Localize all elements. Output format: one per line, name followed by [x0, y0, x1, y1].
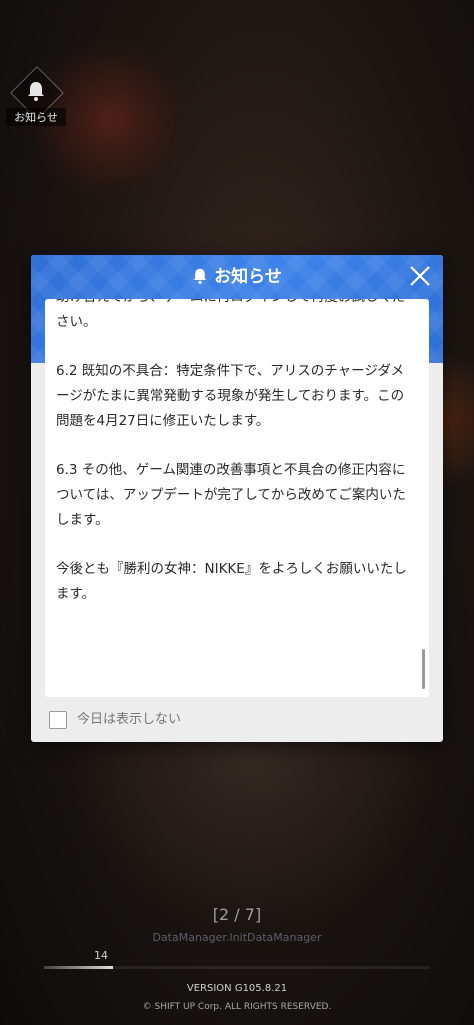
progress-fill [44, 966, 114, 969]
version-text: VERSION G105.8.21 [186, 983, 288, 994]
notice-paragraph: 今後とも『勝利の女神：NIKKE』をよろしくお願いいたします。 [56, 561, 407, 602]
progress-value: 14 [94, 949, 108, 962]
dont-show-today-label[interactable]: 今日は表示しない [77, 711, 181, 729]
modal-title: お知らせ [31, 265, 443, 289]
notice-button[interactable]: お知らせ [6, 66, 70, 128]
page-indicator: [2 / 7] [212, 905, 262, 924]
notice-paragraph: 6.2 既知の不具合：特定条件下で、アリスのチャージダメージがたまに異常発動する… [56, 363, 405, 429]
bell-icon [28, 82, 44, 101]
bell-icon [193, 268, 207, 284]
close-icon[interactable] [407, 263, 433, 289]
progress-bar [44, 966, 430, 969]
modal-title-text: お知らせ [214, 267, 282, 287]
notice-paragraph: 6.3 その他、ゲーム関連の改善事項と不具合の修正内容については、アップデートが… [56, 462, 406, 528]
notice-badge-label: お知らせ [6, 108, 66, 126]
notice-scroll-area: 助け合えてから、ゲームに再ログインして再度お試しください。 6.2 既知の不具合… [45, 299, 426, 631]
scrollbar[interactable] [422, 649, 425, 689]
notice-modal: お知らせ 助け合えてから、ゲームに再ログインして再度お試しください。 6.2 既… [31, 255, 443, 742]
dont-show-today-checkbox[interactable] [49, 711, 67, 729]
copyright-text: © SHIFT UP Corp. ALL RIGHTS RESERVED. [142, 1002, 332, 1012]
loading-status: DataManager.InitDataManager [152, 931, 322, 944]
notice-paragraph: 助け合えてから、ゲームに再ログインして再度お試しください。 [56, 299, 406, 330]
notice-content[interactable]: 助け合えてから、ゲームに再ログインして再度お試しください。 6.2 既知の不具合… [45, 299, 429, 697]
